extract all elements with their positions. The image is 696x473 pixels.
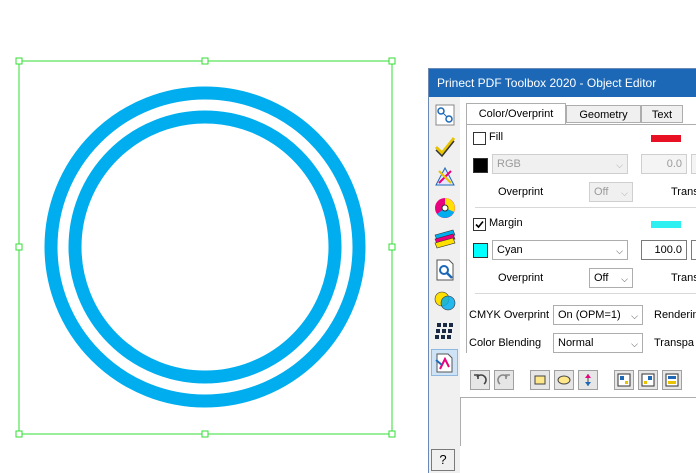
grid-tool-button[interactable]: [431, 318, 458, 345]
resize-handle-right[interactable]: [388, 243, 396, 251]
layout-button-2[interactable]: [638, 370, 658, 390]
color-blending-value: Normal: [558, 337, 594, 349]
fill-colorspace-value: RGB: [497, 158, 521, 170]
margin-label: Margin: [489, 217, 523, 229]
margin-extra-input[interactable]: [691, 240, 696, 260]
margin-colorspace-select[interactable]: Cyan ⌵: [492, 240, 628, 260]
fill-transparency-label: Trans: [671, 186, 696, 198]
tab-geometry[interactable]: Geometry: [566, 105, 641, 123]
overprint-circles-tool-button[interactable]: [431, 287, 458, 314]
margin-overprint-label: Overprint: [498, 272, 544, 284]
margin-colorspace-value: Cyan: [497, 244, 523, 256]
cmyk-overprint-label: CMYK Overprint: [469, 309, 550, 321]
resize-handle-bottom[interactable]: [201, 430, 209, 438]
fill-color-swatch[interactable]: [473, 158, 488, 173]
section-divider: [475, 293, 696, 294]
resize-handle-top-left[interactable]: [15, 57, 23, 65]
transform-tool-button[interactable]: [431, 163, 458, 190]
margin-color-indicator: [651, 221, 681, 228]
message-area: [460, 397, 696, 446]
color-overprint-content: Fill RGB ⌵ 0.0 Overprint Off ⌵ Trans Mar…: [466, 124, 696, 353]
fill-overprint-value: Off: [594, 186, 609, 198]
chevron-down-icon: ⌵: [631, 311, 638, 321]
layout-grid-icon: [641, 373, 655, 387]
fill-colorspace-select[interactable]: RGB ⌵: [492, 154, 628, 174]
inner-ring[interactable]: [68, 110, 342, 384]
margin-overprint-select[interactable]: Off ⌵: [589, 268, 633, 288]
fill-label: Fill: [489, 131, 504, 143]
margin-tint-input[interactable]: 100.0: [641, 240, 687, 260]
layout-grid-icon: [665, 373, 679, 387]
object-editor-window: Prinect PDF Toolbox 2020 - Object Editor: [428, 68, 696, 473]
overprint-circles-tool-icon: [434, 291, 455, 310]
chevron-down-icon: ⌵: [616, 246, 623, 256]
color-blending-label: Color Blending: [469, 337, 542, 349]
document-search-tool-button[interactable]: [431, 256, 458, 283]
outer-ring[interactable]: [44, 86, 366, 408]
chevron-down-icon: ⌵: [616, 160, 623, 170]
grid-tool-icon: [434, 322, 453, 339]
margin-color-swatch[interactable]: [473, 243, 488, 258]
color-wheel-tool-icon: [434, 197, 455, 218]
margin-checkbox[interactable]: [473, 218, 486, 231]
distribute-icon: [585, 374, 591, 386]
structure-tool-button[interactable]: [431, 101, 458, 128]
color-swatches-tool-button[interactable]: [431, 225, 458, 252]
layout-grid-icon: [617, 373, 631, 387]
object-editor-tool-icon: [434, 353, 452, 372]
checkmark-icon: [475, 220, 484, 229]
transform-tool-icon: [434, 166, 455, 185]
preflight-tool-button[interactable]: [431, 132, 458, 159]
cmyk-overprint-value: On (OPM=1): [558, 309, 621, 321]
resize-handle-bottom-left[interactable]: [15, 430, 23, 438]
distribute-button[interactable]: [578, 370, 598, 390]
cmyk-overprint-select[interactable]: On (OPM=1) ⌵: [553, 305, 643, 325]
chevron-down-icon: ⌵: [621, 274, 628, 284]
fill-tint-input[interactable]: 0.0: [641, 154, 687, 174]
color-wheel-tool-button[interactable]: [431, 194, 458, 221]
tool-sidebar: ?: [429, 97, 460, 473]
document-search-tool-icon: [436, 259, 453, 280]
ellipse-icon: [557, 375, 571, 385]
fill-extra-input[interactable]: [691, 154, 696, 174]
tab-color-overprint[interactable]: Color/Overprint: [466, 103, 566, 125]
rectangle-button[interactable]: [530, 370, 550, 390]
layout-button-3[interactable]: [662, 370, 682, 390]
rectangle-icon: [534, 375, 546, 385]
color-swatches-tool-icon: [434, 229, 455, 248]
redo-button[interactable]: [494, 370, 514, 390]
undo-icon: [474, 374, 487, 385]
tab-text[interactable]: Text: [641, 105, 683, 123]
chevron-down-icon: ⌵: [621, 188, 628, 198]
rendering-intent-label: Renderin: [654, 309, 696, 321]
ellipse-button[interactable]: [554, 370, 574, 390]
resize-handle-bottom-right[interactable]: [388, 430, 396, 438]
help-button[interactable]: ?: [431, 449, 455, 471]
transparency-label: Transpa: [654, 337, 694, 349]
fill-color-indicator: [651, 135, 681, 142]
layout-button-1[interactable]: [614, 370, 634, 390]
resize-handle-top-right[interactable]: [388, 57, 396, 65]
section-divider: [475, 207, 696, 208]
fill-checkbox[interactable]: [473, 132, 486, 145]
chevron-down-icon: ⌵: [631, 339, 638, 349]
resize-handle-top[interactable]: [201, 57, 209, 65]
structure-tool-icon: [435, 104, 454, 125]
fill-overprint-select[interactable]: Off ⌵: [589, 182, 633, 202]
color-blending-select[interactable]: Normal ⌵: [553, 333, 643, 353]
margin-transparency-label: Trans: [671, 272, 696, 284]
resize-handle-left[interactable]: [15, 243, 23, 251]
action-toolbar: [466, 370, 696, 394]
window-title: Prinect PDF Toolbox 2020 - Object Editor: [437, 76, 657, 90]
margin-overprint-value: Off: [594, 272, 609, 284]
redo-icon: [497, 374, 510, 385]
ring-object[interactable]: [44, 86, 366, 408]
checkmark-tool-icon: [434, 136, 455, 157]
fill-overprint-label: Overprint: [498, 186, 544, 198]
title-bar[interactable]: Prinect PDF Toolbox 2020 - Object Editor: [429, 69, 696, 97]
object-editor-tool-button[interactable]: [431, 349, 458, 376]
undo-button[interactable]: [470, 370, 490, 390]
